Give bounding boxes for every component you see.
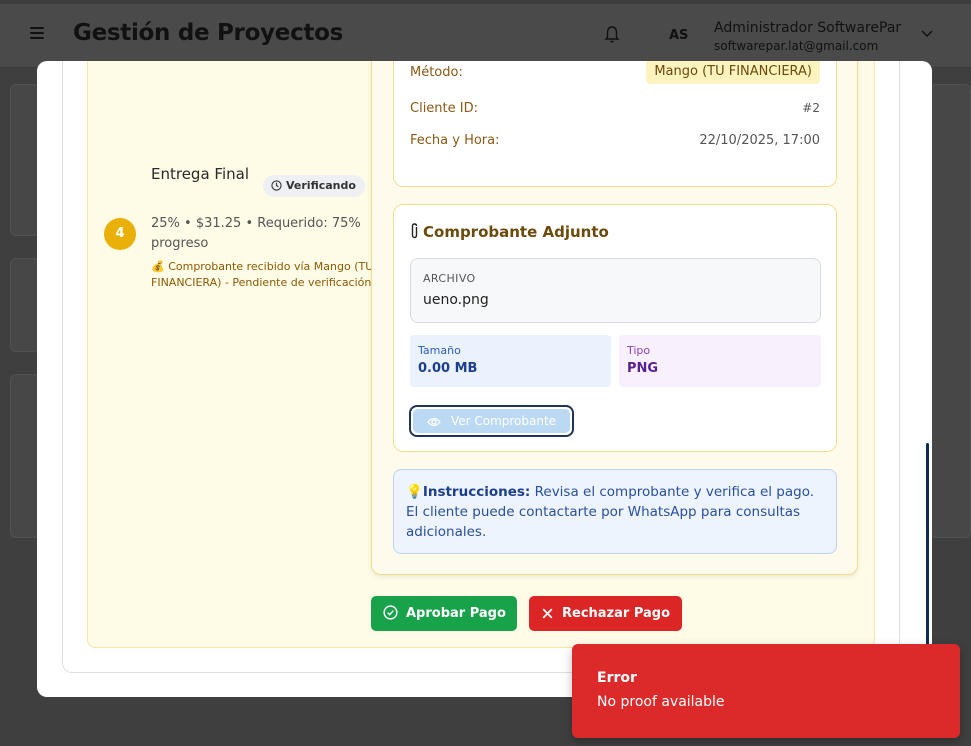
- status-badge: Verificando: [263, 175, 365, 197]
- payment-info-box: Método: Mango (TU FINANCIERA) Cliente ID…: [393, 61, 837, 187]
- stage-number-badge: 4: [104, 218, 136, 250]
- type-label: Tipo: [627, 344, 651, 357]
- toast-message: No proof available: [597, 694, 725, 710]
- client-label: Cliente ID:: [410, 101, 478, 116]
- instructions-title: Instrucciones:: [422, 484, 531, 500]
- background-card: [10, 84, 40, 236]
- user-name: Administrador SoftwarePar: [714, 20, 902, 36]
- type-box: Tipo PNG: [619, 335, 821, 387]
- proof-title-text: Comprobante Adjunto: [423, 223, 609, 241]
- check-circle-icon: [383, 605, 398, 620]
- view-proof-button[interactable]: Ver Comprobante: [409, 405, 574, 437]
- view-proof-label: Ver Comprobante: [450, 414, 557, 428]
- error-toast[interactable]: Error No proof available: [572, 644, 960, 738]
- bell-icon[interactable]: [604, 26, 620, 44]
- file-label: ARCHIVO: [423, 272, 476, 285]
- avatar[interactable]: AS: [669, 28, 688, 43]
- datetime-label: Fecha y Hora:: [410, 133, 500, 148]
- view-proof-button-inner[interactable]: Ver Comprobante: [413, 409, 570, 433]
- page-title: Gestión de Proyectos: [73, 20, 344, 46]
- stage-meta: 25% • $31.25 • Requerido: 75% progreso: [151, 216, 361, 251]
- reject-payment-button[interactable]: Rechazar Pago: [529, 596, 682, 631]
- scrollbar-thumb[interactable]: [926, 443, 929, 653]
- app-header: Gestión de Proyectos AS Administrador So…: [0, 4, 971, 68]
- client-value: #2: [802, 101, 820, 115]
- size-box: Tamaño 0.00 MB: [410, 335, 611, 387]
- type-value: PNG: [627, 361, 659, 376]
- menu-icon[interactable]: [30, 27, 44, 39]
- proof-box: Comprobante Adjunto ARCHIVO ueno.png Tam…: [393, 204, 837, 452]
- lightbulb-icon: 💡: [406, 484, 423, 500]
- datetime-row: Fecha y Hora: 22/10/2025, 17:00: [410, 133, 820, 148]
- client-row: Cliente ID: #2: [410, 101, 820, 116]
- background-card: [10, 374, 40, 538]
- clock-icon: [271, 180, 282, 191]
- instructions-box: 💡Instrucciones: Revisa el comprobante y …: [393, 469, 837, 554]
- eye-icon: [427, 417, 441, 427]
- method-row: Método: Mango (TU FINANCIERA): [410, 61, 820, 84]
- user-email: softwarepar.lat@gmail.com: [714, 39, 879, 53]
- payment-verification-modal: 4 Entrega Final Verificando 25% • $31.25…: [37, 61, 932, 697]
- background-card: [930, 84, 971, 538]
- close-icon: [542, 608, 553, 619]
- background-card: [10, 258, 40, 352]
- toast-title: Error: [597, 670, 637, 686]
- approve-label: Aprobar Pago: [406, 606, 506, 621]
- paperclip-icon: [411, 223, 418, 239]
- size-label: Tamaño: [418, 344, 461, 357]
- stage-name: Entrega Final: [151, 165, 249, 183]
- reject-label: Rechazar Pago: [562, 606, 671, 621]
- file-box: ARCHIVO ueno.png: [410, 258, 821, 323]
- stage-note: 💰 Comprobante recibido vía Mango (TU FIN…: [151, 260, 374, 289]
- proof-title: Comprobante Adjunto: [411, 223, 609, 241]
- status-label: Verificando: [286, 179, 356, 192]
- file-name: ueno.png: [423, 292, 489, 308]
- chevron-down-icon[interactable]: [921, 30, 933, 38]
- size-value: 0.00 MB: [418, 361, 478, 376]
- approve-payment-button[interactable]: Aprobar Pago: [371, 596, 517, 631]
- method-value: Mango (TU FINANCIERA): [646, 61, 820, 84]
- payment-detail-card: Método: Mango (TU FINANCIERA) Cliente ID…: [371, 61, 858, 575]
- datetime-value: 22/10/2025, 17:00: [699, 133, 820, 148]
- method-label: Método:: [410, 65, 463, 80]
